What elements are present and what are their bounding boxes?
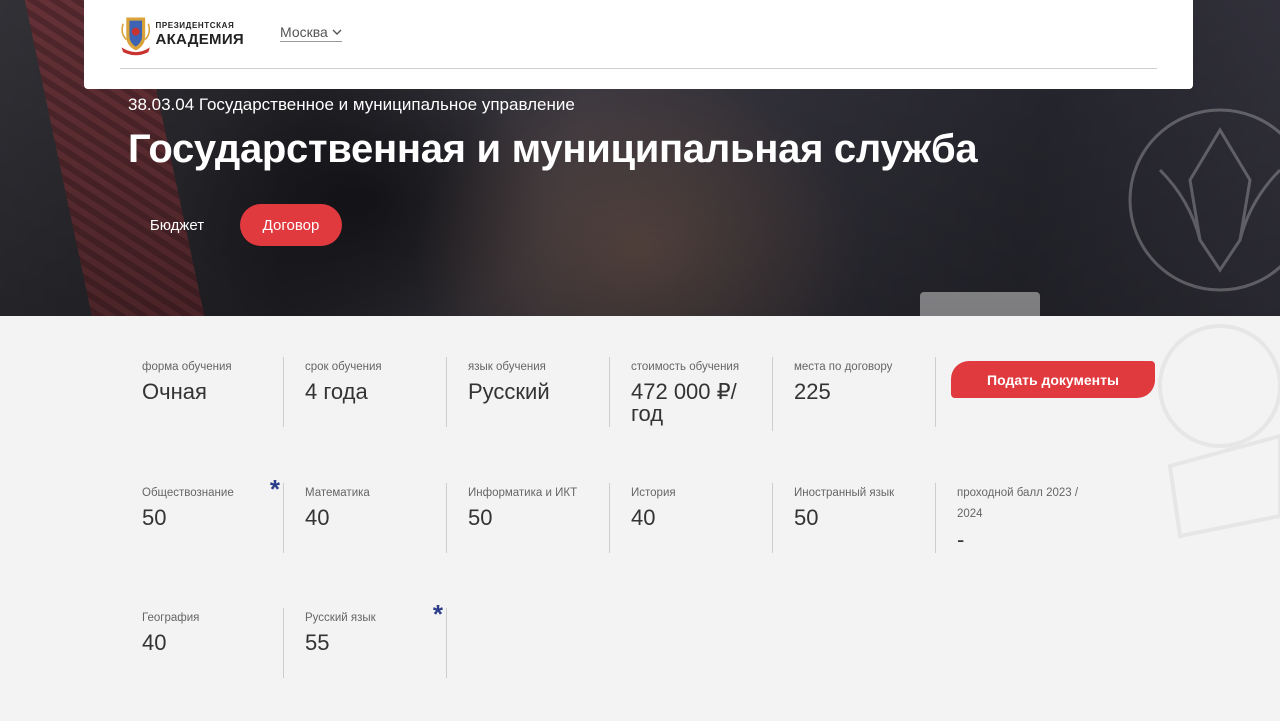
info-value: 472 000 ₽/ год xyxy=(631,379,737,426)
exam-cell-russian: Русский язык 55 * xyxy=(305,601,447,678)
info-label: язык обучения xyxy=(468,361,546,373)
info-value: Русский xyxy=(468,379,550,404)
info-cell-duration: срок обучения 4 года xyxy=(305,357,447,427)
info-label: места по договору xyxy=(794,361,893,373)
exam-score: 40 xyxy=(631,505,656,530)
info-value: Очная xyxy=(142,379,207,404)
exam-cell-history: История 40 xyxy=(631,483,773,553)
tab-contract[interactable]: Договор xyxy=(240,204,342,246)
tab-budget[interactable]: Бюджет xyxy=(128,204,226,246)
logo-line-1: ПРЕЗИДЕНТСКАЯ xyxy=(155,20,235,30)
info-label: срок обучения xyxy=(305,361,382,373)
info-value: 4 года xyxy=(305,379,368,404)
exam-cell-social: Обществознание 50 * xyxy=(142,476,284,553)
passing-score-label: проходной балл 2023 / 2024 xyxy=(957,487,1079,520)
exam-label: Русский язык xyxy=(305,612,376,624)
exam-cell-foreign-language: Иностранный язык 50 xyxy=(794,483,936,553)
info-cell-places: места по договору 225 xyxy=(794,357,936,427)
exam-score: 50 xyxy=(794,505,819,530)
emblem-watermark-icon xyxy=(1128,108,1280,292)
logo-line-2: АКАДЕМИЯ xyxy=(155,30,244,48)
info-label: форма обучения xyxy=(142,361,232,373)
exam-label: Информатика и ИКТ xyxy=(468,487,578,499)
passing-score-value: - xyxy=(957,527,965,552)
exam-score: 40 xyxy=(142,630,167,655)
info-cell-cost: стоимость обучения 472 000 ₽/ год xyxy=(631,357,773,431)
header-divider xyxy=(120,68,1157,69)
required-star-icon: * xyxy=(432,599,443,629)
exam-score: 55 xyxy=(305,630,330,655)
site-header: ПРЕЗИДЕНТСКАЯ АКАДЕМИЯ Москва xyxy=(84,0,1193,89)
exam-cell-geography: География 40 xyxy=(142,608,284,678)
page-title: Государственная и муниципальная служба xyxy=(128,127,978,171)
submit-documents-button[interactable]: Подать документы xyxy=(951,361,1155,398)
exam-label: Математика xyxy=(305,487,370,499)
exam-cell-math: Математика 40 xyxy=(305,483,447,553)
exam-label: История xyxy=(631,487,676,499)
city-label: Москва xyxy=(280,24,328,40)
passing-score-cell: проходной балл 2023 / 2024 - xyxy=(957,483,1107,553)
city-selector[interactable]: Москва xyxy=(280,24,342,42)
info-value: 225 xyxy=(794,379,831,404)
info-label: стоимость обучения xyxy=(631,361,740,373)
required-star-icon: * xyxy=(269,474,280,504)
ranepa-watermark-icon xyxy=(1158,324,1280,539)
program-code: 38.03.04 Государственное и муниципальное… xyxy=(128,95,575,114)
chevron-down-icon xyxy=(332,29,342,35)
exam-score: 40 xyxy=(305,505,330,530)
exam-score: 50 xyxy=(468,505,493,530)
exam-label: Обществознание xyxy=(142,487,234,499)
academy-logo[interactable]: ПРЕЗИДЕНТСКАЯ АКАДЕМИЯ xyxy=(120,6,244,62)
info-cell-form: форма обучения Очная xyxy=(142,357,284,427)
academy-emblem-icon xyxy=(121,17,151,56)
info-cell-language: язык обучения Русский xyxy=(468,357,610,427)
exam-label: География xyxy=(142,612,200,624)
exam-cell-informatics: Информатика и ИКТ 50 xyxy=(468,483,610,553)
exam-label: Иностранный язык xyxy=(794,487,895,499)
exam-score: 50 xyxy=(142,505,167,530)
